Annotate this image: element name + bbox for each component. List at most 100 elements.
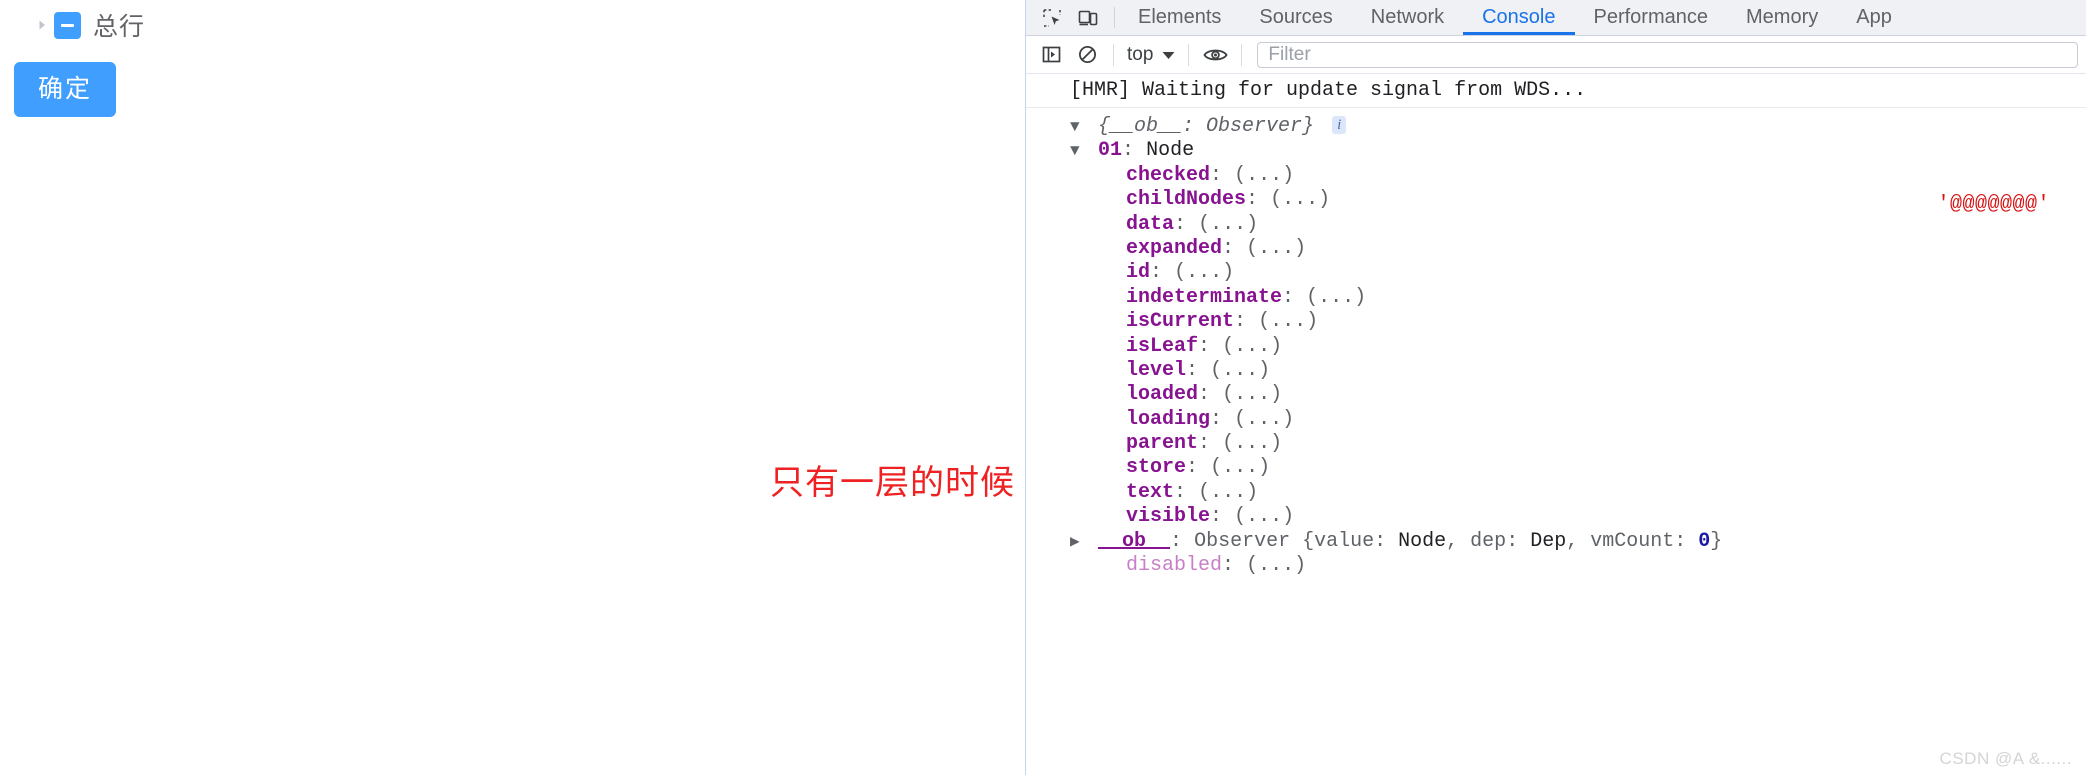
property-value[interactable]: (...) xyxy=(1210,359,1270,382)
property-key: text xyxy=(1126,480,1175,504)
console-toolbar: top xyxy=(1026,36,2086,74)
property-key: isLeaf xyxy=(1126,334,1199,358)
execution-context-selector[interactable]: top xyxy=(1123,44,1179,66)
object-index-key: 01 xyxy=(1098,139,1123,163)
tab-elements[interactable]: Elements xyxy=(1119,0,1240,35)
object-index-entry[interactable]: 01: Node xyxy=(1026,139,2086,163)
property-value[interactable]: (...) xyxy=(1222,383,1282,406)
execution-context-value: top xyxy=(1127,43,1154,65)
property-value[interactable]: (...) xyxy=(1222,335,1282,358)
tab-memory[interactable]: Memory xyxy=(1727,0,1837,35)
observer-field1-value: Node xyxy=(1398,529,1447,553)
property-row-expanded[interactable]: expanded: (...) xyxy=(1026,237,2086,261)
property-key: visible xyxy=(1126,505,1211,529)
chevron-right-icon[interactable] xyxy=(30,13,54,37)
eye-icon[interactable] xyxy=(1198,40,1232,70)
property-key: checked xyxy=(1126,163,1211,187)
object-index-colon: : xyxy=(1122,139,1135,163)
watermark-text: CSDN @A &...... xyxy=(1939,749,2072,768)
observer-class-name: Observer xyxy=(1194,529,1291,553)
property-value[interactable]: (...) xyxy=(1246,554,1306,577)
property-row-level[interactable]: level: (...) xyxy=(1026,359,2086,383)
object-property-list: checked: (...) childNodes: (...) data: (… xyxy=(1026,164,2086,530)
console-log-area[interactable]: [HMR] Waiting for update signal from WDS… xyxy=(1026,74,2086,775)
property-value[interactable]: (...) xyxy=(1234,408,1294,431)
devtools-tabstrip: Elements Sources Network Console Perform… xyxy=(1026,0,2086,36)
chevron-down-icon xyxy=(1162,44,1175,66)
property-row-childnodes[interactable]: childNodes: (...) xyxy=(1026,188,2086,212)
property-value[interactable]: (...) xyxy=(1198,213,1258,236)
property-row-observer[interactable]: __ob__: Observer {value: Node, dep: Dep,… xyxy=(1026,530,2086,554)
console-toolbar-divider-3 xyxy=(1241,43,1243,66)
confirm-button[interactable]: 确定 xyxy=(14,62,116,117)
property-value[interactable]: (...) xyxy=(1174,261,1234,284)
clear-console-icon[interactable] xyxy=(1070,40,1104,70)
screenshot-root: 总行 确定 只有一层的时候 Elements Sources Network C… xyxy=(0,0,2086,775)
devtools-tool-icons xyxy=(1026,0,1110,35)
property-key: data xyxy=(1126,212,1175,236)
tab-application[interactable]: App xyxy=(1837,0,1911,35)
property-value[interactable]: (...) xyxy=(1234,505,1294,528)
property-key: parent xyxy=(1126,432,1199,456)
tree-node-root[interactable]: 总行 xyxy=(30,8,145,42)
property-value[interactable]: (...) xyxy=(1222,432,1282,455)
property-row-iscurrent[interactable]: isCurrent: (...) xyxy=(1026,310,2086,334)
inspect-element-icon[interactable] xyxy=(1036,3,1068,33)
property-key: store xyxy=(1126,456,1187,480)
property-row-checked[interactable]: checked: (...) xyxy=(1026,164,2086,188)
devtools-tabs: Elements Sources Network Console Perform… xyxy=(1119,0,1911,35)
devtools-panel: Elements Sources Network Console Perform… xyxy=(1025,0,2086,775)
info-badge-icon[interactable]: i xyxy=(1332,116,1347,135)
console-object-root[interactable]: {__ob__: Observer} i xyxy=(1026,108,2086,139)
tab-network[interactable]: Network xyxy=(1352,0,1463,35)
property-value[interactable]: (...) xyxy=(1258,310,1318,333)
property-key: expanded xyxy=(1126,236,1223,260)
observer-field1-key: value xyxy=(1314,529,1375,553)
property-value[interactable]: (...) xyxy=(1234,164,1294,187)
property-key: disabled xyxy=(1126,554,1223,578)
property-row-parent[interactable]: parent: (...) xyxy=(1026,432,2086,456)
tab-performance[interactable]: Performance xyxy=(1575,0,1728,35)
device-toolbar-icon[interactable] xyxy=(1072,3,1104,33)
console-sidebar-icon[interactable] xyxy=(1034,40,1068,70)
object-preview-text: {__ob__: Observer} xyxy=(1098,115,1315,138)
property-row-text[interactable]: text: (...) xyxy=(1026,481,2086,505)
property-key: indeterminate xyxy=(1126,285,1283,309)
observer-field3-value: 0 xyxy=(1698,529,1711,553)
observer-field2-value: Dep xyxy=(1530,529,1567,553)
tree-node-label: 总行 xyxy=(93,13,146,41)
console-toolbar-divider-1 xyxy=(1113,43,1114,66)
property-row-loaded[interactable]: loaded: (...) xyxy=(1026,383,2086,407)
property-row-indeterminate[interactable]: indeterminate: (...) xyxy=(1026,286,2086,310)
disclosure-triangle-open-icon[interactable] xyxy=(1070,142,1086,162)
property-value[interactable]: (...) xyxy=(1270,188,1330,211)
property-key: loading xyxy=(1126,407,1211,431)
property-value[interactable]: (...) xyxy=(1210,456,1270,479)
disclosure-triangle-closed-icon[interactable] xyxy=(1070,533,1086,553)
property-row-data[interactable]: data: (...) xyxy=(1026,213,2086,237)
observer-field3-key: vmCount xyxy=(1590,529,1675,553)
property-row-isleaf[interactable]: isLeaf: (...) xyxy=(1026,335,2086,359)
property-row-store[interactable]: store: (...) xyxy=(1026,456,2086,480)
observer-key[interactable]: __ob__ xyxy=(1098,530,1170,553)
property-value[interactable]: (...) xyxy=(1306,286,1366,309)
observer-preview-open: { xyxy=(1302,529,1315,553)
console-message-hmr: [HMR] Waiting for update signal from WDS… xyxy=(1026,74,2086,108)
property-row-loading[interactable]: loading: (...) xyxy=(1026,408,2086,432)
property-value[interactable]: (...) xyxy=(1246,237,1306,260)
disclosure-triangle-open-icon[interactable] xyxy=(1070,118,1086,138)
tabstrip-divider xyxy=(1114,7,1115,28)
property-key: loaded xyxy=(1126,383,1199,407)
console-filter-input[interactable] xyxy=(1257,41,2078,68)
web-page-area: 总行 确定 只有一层的时候 xyxy=(0,0,1025,775)
property-row-disabled[interactable]: disabled: (...) xyxy=(1026,554,2086,578)
object-class-name: Node xyxy=(1146,139,1195,163)
tab-console[interactable]: Console xyxy=(1463,0,1574,35)
property-value[interactable]: (...) xyxy=(1198,481,1258,504)
observer-preview-close: } xyxy=(1710,529,1723,553)
checkbox-dash xyxy=(61,23,74,27)
property-row-id[interactable]: id: (...) xyxy=(1026,261,2086,285)
tab-sources[interactable]: Sources xyxy=(1240,0,1351,35)
property-row-visible[interactable]: visible: (...) xyxy=(1026,505,2086,529)
indeterminate-checkbox-icon[interactable] xyxy=(54,11,81,39)
